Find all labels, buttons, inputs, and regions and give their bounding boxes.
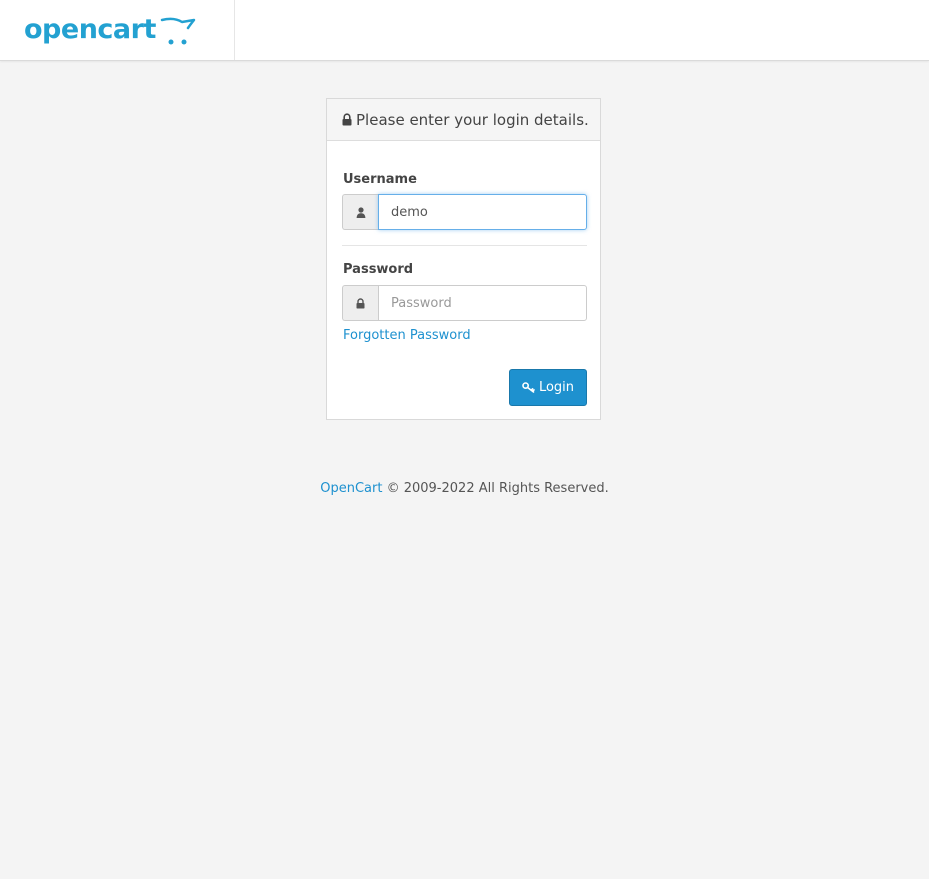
password-addon	[342, 285, 378, 321]
login-button[interactable]: Login	[509, 369, 587, 406]
login-panel: Please enter your login details. Usernam…	[326, 98, 601, 420]
forgotten-password-link[interactable]: Forgotten Password	[343, 328, 471, 343]
password-input-group	[342, 285, 587, 321]
top-header: opencart	[0, 0, 929, 61]
copyright-text: © 2009-2022 All Rights Reserved.	[386, 481, 609, 496]
logo-text: opencart	[24, 14, 156, 45]
login-panel-title: Please enter your login details.	[356, 110, 589, 129]
lock-icon	[356, 297, 365, 308]
lock-icon	[342, 113, 352, 126]
username-input[interactable]	[378, 194, 587, 230]
login-panel-heading: Please enter your login details.	[327, 99, 600, 141]
login-button-label: Login	[538, 380, 575, 395]
password-input[interactable]	[378, 285, 587, 321]
user-icon	[356, 206, 365, 218]
key-icon	[522, 382, 535, 393]
cart-logo-icon	[160, 17, 196, 45]
username-addon	[342, 194, 378, 230]
form-divider	[342, 245, 587, 246]
username-input-group	[342, 194, 587, 230]
logo-area: opencart	[0, 0, 235, 60]
password-label: Password	[343, 262, 414, 277]
username-label: Username	[343, 172, 417, 187]
page-footer: OpenCart © 2009-2022 All Rights Reserved…	[0, 481, 929, 496]
opencart-logo[interactable]: opencart	[24, 13, 196, 53]
opencart-footer-link[interactable]: OpenCart	[320, 481, 382, 496]
